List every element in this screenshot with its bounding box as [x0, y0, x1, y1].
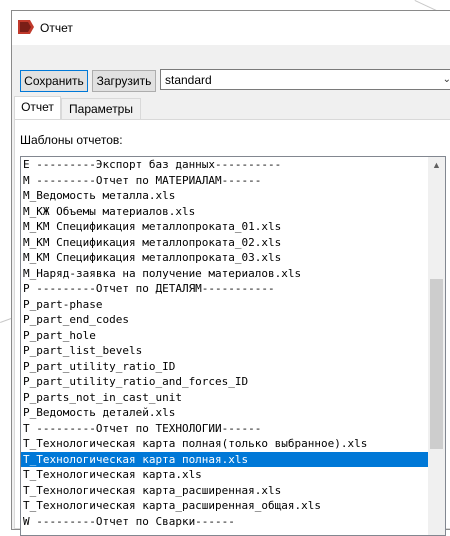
save-button[interactable]: Сохранить — [20, 70, 88, 92]
list-item[interactable]: P_part_end_codes — [21, 312, 429, 328]
list-item[interactable]: E ---------Экспорт баз данных---------- — [21, 157, 429, 173]
chevron-down-icon[interactable]: ⌄ — [443, 74, 450, 85]
tab-parameters[interactable]: Параметры — [61, 98, 141, 120]
scroll-up-arrow-icon[interactable]: ▲ — [428, 157, 445, 174]
list-item[interactable]: M_Наряд-заявка на получение материалов.x… — [21, 266, 429, 282]
templates-label: Шаблоны отчетов: — [20, 133, 123, 147]
list-item[interactable]: T_Технологическая карта_расширенная.xls — [21, 483, 429, 499]
scrollbar-thumb[interactable] — [430, 279, 443, 449]
list-item[interactable]: W ---------Отчет по Сварки------ — [21, 514, 429, 530]
list-item[interactable]: P_part_list_bevels — [21, 343, 429, 359]
tab-bar: Отчет Параметры — [12, 96, 450, 120]
title-bar[interactable]: Отчет — [12, 11, 450, 45]
background-line — [0, 317, 12, 323]
list-item[interactable]: P_part-phase — [21, 297, 429, 313]
report-app-icon — [18, 20, 34, 34]
list-item[interactable]: T_Технологическая карта_расширенная_обща… — [21, 498, 429, 514]
list-item[interactable]: M_Ведомость металла.xls — [21, 188, 429, 204]
templates-list: E ---------Экспорт баз данных---------- M… — [21, 157, 429, 529]
list-item[interactable]: M_КЖ Объемы материалов.xls — [21, 204, 429, 220]
load-button[interactable]: Загрузить — [92, 70, 156, 92]
report-tab-panel: Шаблоны отчетов: E ---------Экспорт баз … — [14, 119, 450, 536]
list-item[interactable]: P_part_hole — [21, 328, 429, 344]
list-item[interactable]: M_КМ Спецификация металлопроката_02.xls — [21, 235, 429, 251]
list-item[interactable]: P_parts_not_in_cast_unit — [21, 390, 429, 406]
list-item[interactable]: M_КМ Спецификация металлопроката_03.xls — [21, 250, 429, 266]
vertical-scrollbar[interactable]: ▲ — [428, 157, 445, 535]
template-combobox-value: standard — [165, 73, 212, 87]
window-title: Отчет — [40, 21, 73, 35]
template-combobox[interactable]: standard ⌄ — [160, 69, 450, 90]
list-item[interactable]: P_Ведомость деталей.xls — [21, 405, 429, 421]
tab-report[interactable]: Отчет — [14, 96, 61, 120]
list-item[interactable]: T_Технологическая карта.xls — [21, 467, 429, 483]
list-item[interactable]: P_part_utility_ratio_ID — [21, 359, 429, 375]
list-item[interactable]: T ---------Отчет по ТЕХНОЛОГИИ------ — [21, 421, 429, 437]
list-item[interactable]: M ---------Отчет по МАТЕРИАЛАМ------ — [21, 173, 429, 189]
list-item[interactable]: M_КМ Спецификация металлопроката_01.xls — [21, 219, 429, 235]
report-window: Отчет Сохранить Загрузить standard ⌄ Отч… — [11, 10, 450, 536]
list-item[interactable]: P ---------Отчет по ДЕТАЛЯМ----------- — [21, 281, 429, 297]
list-item[interactable]: T_Технологическая карта полная(только вы… — [21, 436, 429, 452]
templates-listbox[interactable]: E ---------Экспорт баз данных---------- M… — [20, 156, 446, 536]
list-item[interactable]: P_part_utility_ratio_and_forces_ID — [21, 374, 429, 390]
list-item[interactable]: T_Технологическая карта полная.xls — [21, 451, 429, 467]
